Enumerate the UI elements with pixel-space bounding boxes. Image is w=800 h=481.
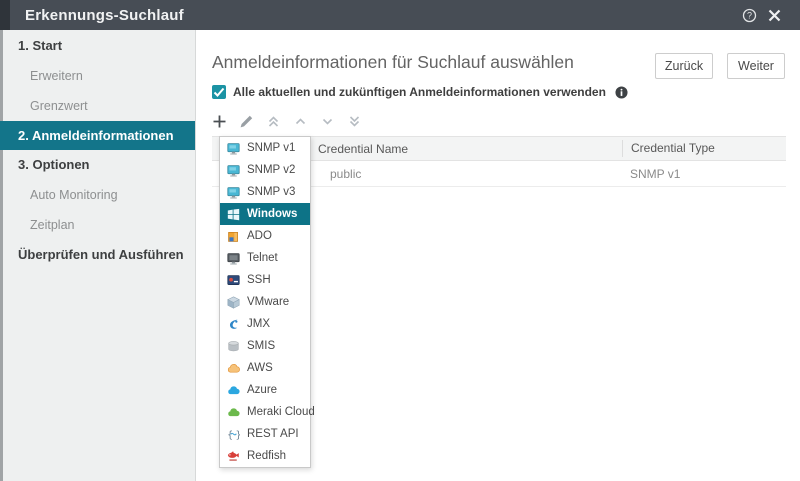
snmp-monitor-icon: [227, 164, 240, 177]
column-header-credential-type[interactable]: Credential Type: [622, 140, 786, 157]
snmp-monitor-icon: [227, 186, 240, 199]
credential-type-cell: SNMP v1: [630, 166, 681, 181]
meraki-cloud-icon: [228, 407, 240, 416]
dropdown-item-label: SNMP v2: [247, 164, 296, 176]
move-top-icon[interactable]: [266, 114, 281, 129]
azure-cloud-icon: [228, 385, 240, 394]
dropdown-item-label: Redfish: [247, 450, 286, 462]
dropdown-item-label: AWS: [247, 362, 273, 374]
dialog-titlebar: Erkennungs-Suchlauf ?: [0, 0, 800, 30]
sidebar-item-optionen[interactable]: 3. Optionen: [3, 150, 195, 180]
dropdown-item-label: Windows: [247, 208, 298, 220]
dropdown-item-label: Telnet: [247, 252, 278, 264]
titlebar-corner: [0, 0, 10, 30]
credential-type-dropdown: SNMP v1 SNMP v2 SNMP v3 Windows ADO Teln…: [219, 136, 315, 468]
svg-text:?: ?: [747, 10, 752, 20]
move-up-icon[interactable]: [293, 114, 308, 129]
credentials-toolbar: [212, 114, 362, 129]
help-icon[interactable]: ?: [742, 8, 757, 23]
dropdown-item-label: SNMP v1: [247, 142, 296, 154]
sidebar-item-erweitern[interactable]: Erweitern: [3, 61, 195, 91]
sidebar-item-anmeldeinformationen[interactable]: 2. Anmeldeinformationen: [0, 121, 195, 150]
dropdown-item-azure[interactable]: Azure: [220, 379, 310, 401]
dropdown-item-redfish[interactable]: Redfish: [220, 445, 310, 467]
info-icon[interactable]: [615, 85, 628, 99]
use-all-credentials-label: Alle aktuellen und zukünftigen Anmeldein…: [233, 85, 606, 99]
dropdown-item-snmp-v3[interactable]: SNMP v3: [220, 181, 310, 203]
svg-text:{: {: [227, 429, 233, 440]
dropdown-item-ssh[interactable]: SSH: [220, 269, 310, 291]
dropdown-item-vmware[interactable]: VMware: [220, 291, 310, 313]
redfish-icon: [227, 450, 239, 461]
dropdown-item-label: ADO: [247, 230, 272, 242]
dropdown-item-meraki-cloud[interactable]: Meraki Cloud: [220, 401, 315, 423]
dropdown-item-aws[interactable]: AWS: [220, 357, 310, 379]
dropdown-item-jmx[interactable]: JMX: [220, 313, 310, 335]
move-bottom-icon[interactable]: [347, 114, 362, 129]
dialog-title: Erkennungs-Suchlauf: [25, 6, 184, 24]
sidebar-item-grenzwert[interactable]: Grenzwert: [3, 91, 195, 121]
dropdown-item-label: REST API: [247, 428, 299, 440]
discovery-wizard-dialog: Erkennungs-Suchlauf ? 1. Start Erweitern…: [0, 0, 800, 481]
back-button[interactable]: Zurück: [655, 53, 713, 79]
use-all-credentials-checkbox[interactable]: [212, 85, 226, 99]
telnet-terminal-icon: [227, 252, 240, 265]
edit-icon[interactable]: [239, 114, 254, 129]
dropdown-item-smis[interactable]: SMIS: [220, 335, 310, 357]
add-icon[interactable]: [212, 114, 227, 129]
dropdown-item-snmp-v2[interactable]: SNMP v2: [220, 159, 310, 181]
dropdown-item-windows[interactable]: Windows: [220, 203, 310, 225]
sidebar-item-zeitplan[interactable]: Zeitplan: [3, 210, 195, 240]
close-icon[interactable]: [767, 8, 782, 23]
smis-storage-icon: [228, 340, 239, 351]
dropdown-item-rest-api[interactable]: { } REST API: [220, 423, 310, 445]
dropdown-item-snmp-v1[interactable]: SNMP v1: [220, 137, 310, 159]
aws-cloud-icon: [227, 363, 240, 372]
dropdown-item-telnet[interactable]: Telnet: [220, 247, 310, 269]
wizard-steps-sidebar: 1. Start Erweitern Grenzwert 2. Anmeldei…: [0, 30, 196, 481]
checkmark-icon: [213, 87, 225, 97]
windows-icon: [227, 208, 240, 220]
sidebar-item-auto-monitoring[interactable]: Auto Monitoring: [3, 180, 195, 210]
next-button[interactable]: Weiter: [727, 53, 785, 79]
vmware-cube-icon: [227, 295, 240, 309]
dropdown-item-label: VMware: [247, 296, 290, 308]
sidebar-item-ueberpruefen[interactable]: Überprüfen und Ausführen: [3, 240, 195, 270]
dropdown-item-label: SMIS: [247, 340, 276, 352]
dropdown-item-label: SSH: [247, 274, 271, 286]
dropdown-item-ado[interactable]: ADO: [220, 225, 310, 247]
dropdown-item-label: SNMP v3: [247, 186, 296, 198]
svg-text:}: }: [236, 429, 240, 440]
move-down-icon[interactable]: [320, 114, 335, 129]
sidebar-item-start[interactable]: 1. Start: [3, 31, 195, 61]
dropdown-item-label: Meraki Cloud: [247, 406, 315, 418]
ado-database-icon: [228, 231, 238, 242]
snmp-monitor-icon: [227, 142, 240, 155]
ssh-terminal-icon: [227, 274, 240, 285]
jmx-icon: [229, 319, 238, 329]
dropdown-item-label: Azure: [247, 384, 278, 396]
rest-api-icon: { }: [227, 429, 240, 440]
dropdown-item-label: JMX: [247, 318, 270, 330]
page-title: Anmeldeinformationen für Suchlauf auswäh…: [212, 52, 574, 72]
